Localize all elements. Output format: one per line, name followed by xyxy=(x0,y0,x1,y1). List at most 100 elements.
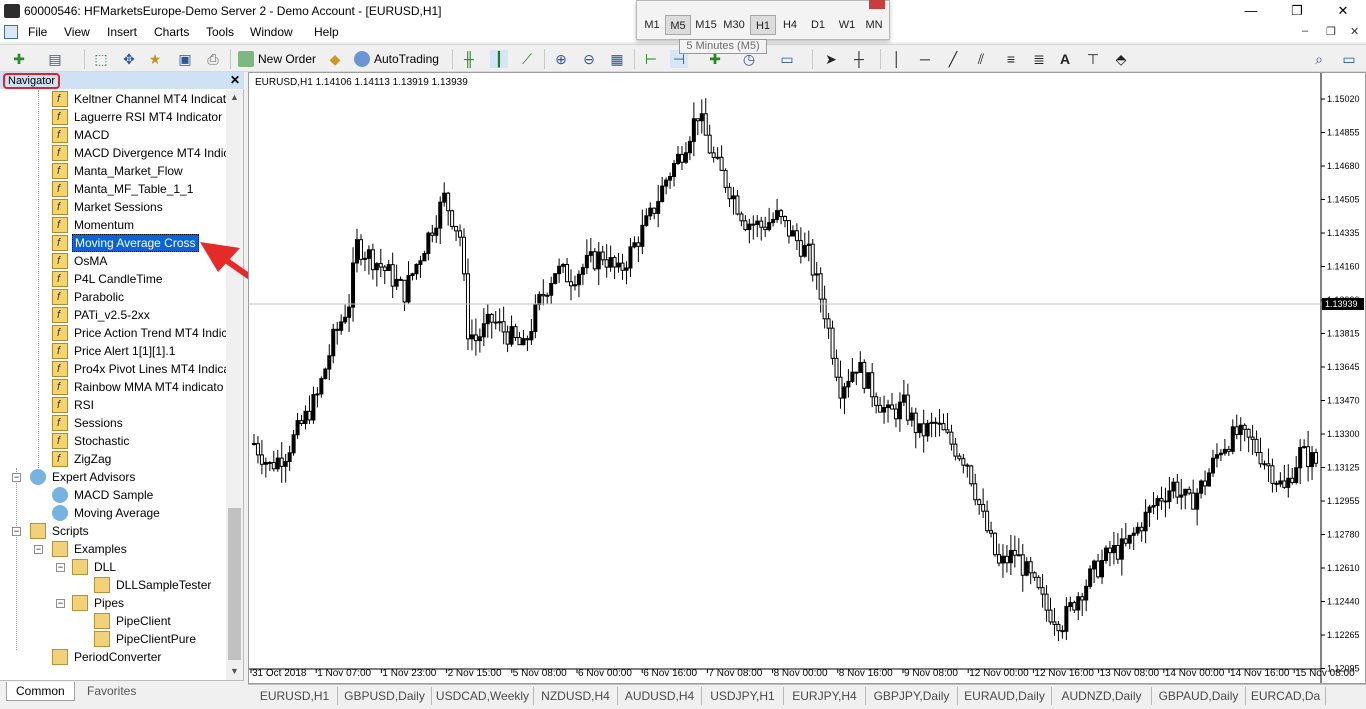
chart-tab[interactable]: GBPAUD,Daily xyxy=(1152,687,1246,705)
text-tool-icon[interactable]: A xyxy=(1056,50,1074,68)
chart-tab[interactable]: GBPUSD,Daily xyxy=(338,687,432,705)
tab-favorites[interactable]: Favorites xyxy=(78,682,145,701)
navigator-icon[interactable]: ★ xyxy=(146,50,164,68)
candle-body xyxy=(608,257,613,268)
search-icon[interactable]: ⌕ xyxy=(1310,50,1328,68)
crosshair-icon[interactable]: ┼ xyxy=(850,50,868,68)
zoom-out-icon[interactable]: ⊖ xyxy=(580,50,598,68)
time-tick-label: 5 Nov 08:00 xyxy=(513,668,567,679)
templates-icon[interactable]: ▭ xyxy=(778,50,796,68)
price-tick-label: 1.13815 xyxy=(1327,329,1360,339)
market-watch-icon[interactable]: ⬚ xyxy=(92,50,110,68)
chart-tab[interactable]: EURUSD,H1 xyxy=(252,687,338,705)
collapse-icon[interactable]: − xyxy=(12,473,21,482)
tree-item-label: P4L CandleTime xyxy=(74,272,163,286)
candle-body xyxy=(798,240,803,257)
line-chart-icon[interactable]: ⟋ xyxy=(518,50,536,68)
zoom-in-icon[interactable]: ⊕ xyxy=(552,50,570,68)
chart-tab[interactable]: NZDUSD,H4 xyxy=(534,687,618,705)
scroll-up-icon[interactable]: ▲ xyxy=(230,92,239,102)
chart-tab[interactable]: EURAUD,Daily xyxy=(958,687,1052,705)
tf-m5[interactable]: M5 xyxy=(665,15,691,35)
scrollbar-thumb[interactable] xyxy=(228,508,241,660)
menu-window[interactable]: Window xyxy=(250,25,293,39)
chart-tab[interactable]: EURCAD,Da xyxy=(1246,687,1326,705)
ind-icon xyxy=(52,343,68,359)
collapse-icon[interactable]: − xyxy=(12,527,21,536)
tile-windows-icon[interactable]: ▦ xyxy=(608,50,626,68)
candlestick-chart[interactable]: 1.15020 1.14855 1.14680 1.14505 1.14335 1.141… xyxy=(249,73,1365,683)
equidistant-channel-icon[interactable]: ⫽ xyxy=(972,50,990,68)
chart-tab[interactable]: GBPJPY,Daily xyxy=(866,687,958,705)
scroll-down-icon[interactable]: ▼ xyxy=(230,666,239,676)
document-icon[interactable] xyxy=(4,25,18,39)
arrows-icon[interactable]: ⬘ xyxy=(1112,50,1130,68)
mdi-restore-button[interactable]: ❐ xyxy=(1326,25,1336,38)
candle-body xyxy=(747,223,752,231)
ind-icon xyxy=(52,397,68,413)
menu-insert[interactable]: Insert xyxy=(107,25,137,39)
autotrading-button[interactable]: AutoTrading xyxy=(354,49,439,69)
data-window-icon[interactable]: ✥ xyxy=(120,50,138,68)
fibonacci-fan-icon[interactable]: ≣ xyxy=(1030,50,1048,68)
menu-tools[interactable]: Tools xyxy=(206,25,234,39)
chart-tab[interactable]: USDCAD,Weekly xyxy=(432,687,534,705)
horizontal-line-icon[interactable]: ─ xyxy=(916,50,934,68)
navigator-close-icon[interactable]: ✕ xyxy=(230,73,240,87)
new-chart-icon[interactable]: ✚ xyxy=(10,50,28,68)
candle-body xyxy=(1096,560,1101,578)
menu-view[interactable]: View xyxy=(64,25,90,39)
tf-mn[interactable]: MN xyxy=(861,15,887,35)
terminal-icon[interactable]: ▣ xyxy=(176,50,194,68)
menu-help[interactable]: Help xyxy=(314,25,339,39)
tf-m1[interactable]: M1 xyxy=(639,15,665,35)
strategy-tester-icon[interactable]: ⎙ xyxy=(204,50,222,68)
tf-m30[interactable]: M30 xyxy=(721,15,747,35)
collapse-icon[interactable]: − xyxy=(34,545,43,554)
tab-common[interactable]: Common xyxy=(6,682,75,701)
candle-body xyxy=(1298,447,1303,469)
price-tick-label: 1.13300 xyxy=(1327,429,1360,439)
tf-m15[interactable]: M15 xyxy=(693,15,719,35)
candle-body xyxy=(267,461,272,464)
tf-h1[interactable]: H1 xyxy=(750,15,776,35)
candle-body xyxy=(739,213,744,222)
cursor-icon[interactable]: ➤ xyxy=(822,50,840,68)
minimize-button[interactable]: — xyxy=(1228,0,1274,22)
text-label-icon[interactable]: ⊤ xyxy=(1084,50,1102,68)
vertical-line-icon[interactable]: │ xyxy=(888,50,906,68)
candle-body xyxy=(561,264,566,267)
candle-body xyxy=(1254,438,1259,453)
chart-tab[interactable]: USDJPY,H1 xyxy=(702,687,784,705)
tree-item-label: PipeClientPure xyxy=(116,632,197,646)
mdi-minimize-button[interactable]: – xyxy=(1302,25,1308,37)
chart-tab[interactable]: AUDUSD,H4 xyxy=(618,687,702,705)
menu-charts[interactable]: Charts xyxy=(154,25,189,39)
menu-file[interactable]: File xyxy=(28,25,47,39)
candle-body xyxy=(473,334,478,342)
candle-body xyxy=(458,230,463,238)
profiles-icon[interactable]: ▤ xyxy=(46,50,64,68)
tree-item-label: Examples xyxy=(74,542,127,556)
fibonacci-retracement-icon[interactable]: ≡ xyxy=(1002,50,1020,68)
maximize-button[interactable]: ❐ xyxy=(1274,0,1320,22)
collapse-icon[interactable]: − xyxy=(56,599,65,608)
tf-w1[interactable]: W1 xyxy=(834,15,860,35)
close-button[interactable]: ✕ xyxy=(1320,0,1366,22)
tf-d1[interactable]: D1 xyxy=(805,15,831,35)
tf-h4[interactable]: H4 xyxy=(777,15,803,35)
trendline-icon[interactable]: ╱ xyxy=(944,50,962,68)
navigator-scrollbar[interactable]: ▲ ▼ xyxy=(226,90,243,680)
mdi-close-button[interactable]: ✕ xyxy=(1350,25,1359,38)
new-order-button[interactable]: New Order xyxy=(238,49,316,69)
candlestick-chart-icon[interactable]: ┃ xyxy=(490,50,508,68)
metaeditor-icon[interactable]: ◆ xyxy=(326,50,344,68)
auto-scroll-icon[interactable]: ⊢ xyxy=(642,50,660,68)
chart-tab[interactable]: EURJPY,H4 xyxy=(784,687,866,705)
chat-icon[interactable]: ▭ xyxy=(1340,50,1358,68)
chart-tab[interactable]: AUDNZD,Daily xyxy=(1052,687,1152,705)
bar-chart-icon[interactable]: ╫ xyxy=(460,50,478,68)
timeframes-close-icon[interactable] xyxy=(869,0,885,9)
collapse-icon[interactable]: − xyxy=(56,563,65,572)
chart-window[interactable]: 1.15020 1.14855 1.14680 1.14505 1.14335 1.141… xyxy=(248,72,1366,684)
